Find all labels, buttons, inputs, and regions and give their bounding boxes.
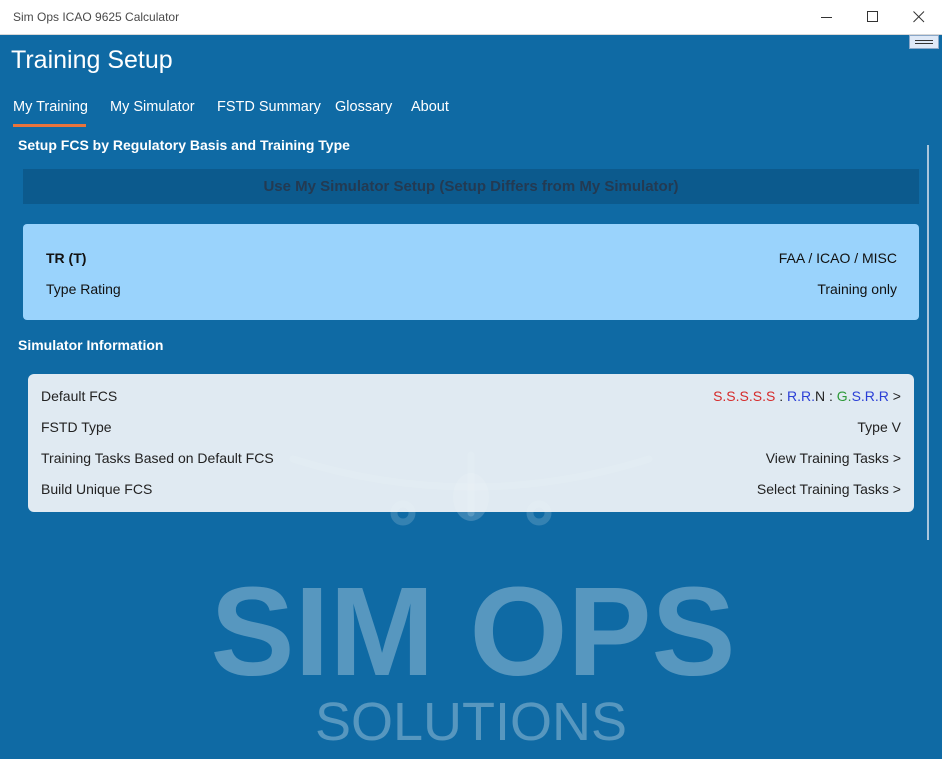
view-training-tasks-link[interactable]: View Training Tasks > (766, 450, 901, 466)
tab-fstd-summary[interactable]: FSTD Summary (217, 99, 321, 115)
training-type-card[interactable]: TR (T) FAA / ICAO / MISC Type Rating Tra… (23, 224, 919, 320)
use-simulator-setup-button[interactable]: Use My Simulator Setup (Setup Differs fr… (23, 169, 919, 204)
default-fcs-label: Default FCS (41, 388, 118, 404)
fcs-group-3a: G. (836, 388, 852, 404)
minimize-button[interactable] (804, 0, 850, 34)
maximize-button[interactable] (850, 0, 896, 34)
hamburger-icon (915, 40, 933, 41)
fstd-type-row: FSTD Type Type V (28, 412, 914, 443)
close-icon (913, 11, 925, 23)
tab-glossary[interactable]: Glossary (335, 99, 392, 115)
page-title: Training Setup (11, 46, 173, 74)
fcs-separator-1: : (775, 388, 787, 404)
training-code: TR (T) (46, 250, 87, 266)
simulator-info-heading: Simulator Information (18, 337, 164, 353)
vertical-scrollbar[interactable] (927, 145, 929, 540)
chevron-right-icon: > (888, 388, 901, 404)
title-bar: Sim Ops ICAO 9625 Calculator (0, 0, 942, 35)
build-unique-fcs-label: Build Unique FCS (41, 481, 153, 497)
watermark-line2: SOLUTIONS (315, 692, 627, 752)
training-tasks-row[interactable]: Training Tasks Based on Default FCS View… (28, 443, 914, 474)
window-title: Sim Ops ICAO 9625 Calculator (13, 10, 180, 24)
regulatory-basis: FAA / ICAO / MISC (778, 250, 897, 266)
training-type: Type Rating (46, 281, 121, 297)
tab-my-training[interactable]: My Training (13, 99, 88, 115)
default-fcs-row[interactable]: Default FCS S.S.S.S.S : R.R.N : G.S.R.R … (28, 381, 914, 412)
fcs-group-3b: S.R.R (851, 388, 889, 404)
fstd-type-value: Type V (857, 419, 901, 435)
maximize-icon (867, 11, 878, 22)
fstd-type-label: FSTD Type (41, 419, 112, 435)
simulator-info-card: Default FCS S.S.S.S.S : R.R.N : G.S.R.R … (28, 374, 914, 512)
close-button[interactable] (896, 0, 942, 34)
fcs-group-1: S.S.S.S.S (713, 388, 776, 404)
app-body: SIM OPS SOLUTIONS Training Setup My Trai… (1, 35, 941, 758)
training-scope: Training only (817, 281, 897, 297)
active-tab-indicator (13, 124, 86, 127)
select-training-tasks-link[interactable]: Select Training Tasks > (757, 481, 901, 497)
tab-my-simulator[interactable]: My Simulator (110, 99, 195, 115)
fcs-group-2b: N (815, 388, 826, 404)
minimize-icon (821, 17, 832, 18)
build-unique-fcs-row[interactable]: Build Unique FCS Select Training Tasks > (28, 474, 914, 505)
fcs-group-2a: R.R. (787, 388, 815, 404)
setup-heading: Setup FCS by Regulatory Basis and Traini… (18, 137, 350, 153)
training-tasks-label: Training Tasks Based on Default FCS (41, 450, 274, 466)
watermark-line1: SIM OPS (210, 561, 735, 702)
fcs-separator-2: : (825, 388, 837, 404)
default-fcs-value: S.S.S.S.S : R.R.N : G.S.R.R > (713, 388, 901, 404)
tab-about[interactable]: About (411, 99, 449, 115)
menu-button[interactable] (909, 35, 939, 49)
